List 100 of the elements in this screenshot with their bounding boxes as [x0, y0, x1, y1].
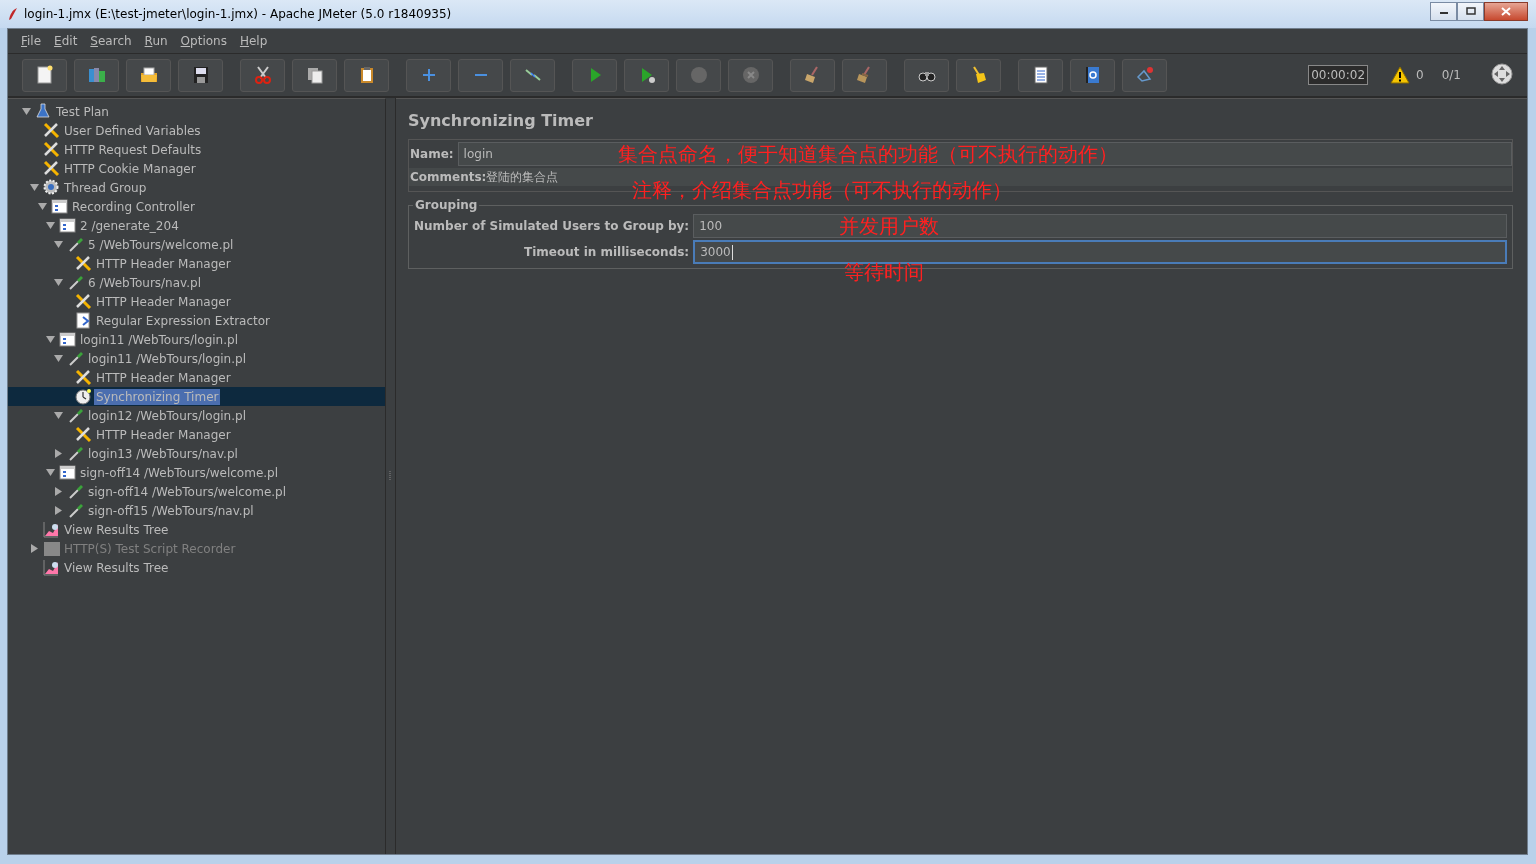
recorder-icon — [42, 540, 60, 557]
flask-icon — [34, 103, 52, 120]
tree-item-label: sign-off15 /WebTours/nav.pl — [87, 502, 255, 519]
toolbar-button[interactable] — [344, 58, 389, 92]
panel-title: Synchronizing Timer — [408, 111, 594, 130]
menu-item[interactable]: Edit — [47, 34, 84, 48]
tree-row[interactable]: sign-off14 /WebTours/welcome.pl — [8, 482, 385, 501]
tree-row[interactable]: 2 /generate_204 — [8, 216, 385, 235]
tree-row[interactable]: HTTP Header Manager — [8, 292, 385, 311]
toolbar-button[interactable] — [904, 58, 949, 92]
tree-row[interactable]: login11 /WebTours/login.pl — [8, 330, 385, 349]
expanded-arrow-icon[interactable] — [53, 411, 63, 420]
expanded-arrow-icon[interactable] — [53, 278, 63, 287]
chart-icon — [42, 521, 60, 538]
tools-icon — [74, 293, 92, 310]
field-label: Timeout in milliseconds: — [523, 245, 691, 259]
tree-row[interactable]: Recording Controller — [8, 197, 385, 216]
toolbar-button[interactable] — [22, 58, 67, 92]
tree-row[interactable]: sign-off14 /WebTours/welcome.pl — [8, 463, 385, 482]
tree-row[interactable]: HTTP Header Manager — [8, 368, 385, 387]
close-icon — [1501, 6, 1511, 16]
annotation-text: 并发用户数 — [839, 213, 939, 240]
annotation-text: 集合点命名，便于知道集合点的功能（可不执行的动作） — [618, 141, 1118, 168]
warning-icon[interactable] — [1390, 66, 1411, 84]
toolbar-button[interactable] — [292, 58, 337, 92]
menu-item[interactable]: Run — [137, 34, 174, 48]
tree-row[interactable]: Regular Expression Extractor — [8, 311, 385, 330]
tree-item-label: HTTP Header Manager — [95, 255, 232, 272]
tree-row[interactable]: Test Plan — [8, 102, 385, 121]
feather-icon — [8, 7, 18, 21]
field-label: Number of Simulated Users to Group by: — [413, 219, 691, 233]
tree-row[interactable]: login11 /WebTours/login.pl — [8, 349, 385, 368]
window-icon — [58, 331, 76, 348]
tree-item-label: View Results Tree — [63, 521, 170, 538]
tools-icon — [42, 122, 60, 139]
tree-row[interactable]: sign-off15 /WebTours/nav.pl — [8, 501, 385, 520]
tree-item-label: View Results Tree — [63, 559, 170, 576]
tree-row[interactable]: HTTP Cookie Manager — [8, 159, 385, 178]
tree-item-label: Thread Group — [63, 179, 148, 196]
window-title: login-1.jmx (E:\test-jmeter\login-1.jmx) - Apache JMeter (5.0 r1840935) — [24, 7, 453, 21]
tree-row[interactable]: login12 /WebTours/login.pl — [8, 406, 385, 425]
chart-icon — [42, 559, 60, 576]
tree-item-label: 6 /WebTours/nav.pl — [87, 274, 202, 291]
tree-row[interactable]: User Defined Variables — [8, 121, 385, 140]
close-button[interactable] — [1484, 1, 1528, 21]
tree-row[interactable]: HTTP Request Defaults — [8, 140, 385, 159]
window-icon — [50, 198, 68, 215]
menu-item[interactable]: Options — [173, 34, 233, 48]
toolbar-button[interactable] — [178, 58, 223, 92]
tree-item-label: Synchronizing Timer — [94, 388, 221, 405]
expanded-arrow-icon[interactable] — [45, 468, 55, 477]
target-icon[interactable] — [1491, 62, 1513, 85]
field-label: Name: — [409, 147, 455, 161]
tree-row[interactable]: Thread Group — [8, 178, 385, 197]
input-field[interactable]: 3000 — [693, 240, 1507, 264]
toolbar-button[interactable] — [1070, 58, 1115, 92]
tree-item-label: HTTP Header Manager — [95, 293, 232, 310]
tools-icon — [74, 369, 92, 386]
books-icon — [86, 65, 107, 85]
annotation-text: 注释，介绍集合点功能（可不执行的动作） — [632, 177, 1012, 204]
toolbar-button[interactable] — [956, 58, 1001, 92]
maximize-button[interactable] — [1457, 1, 1484, 21]
menu-item[interactable]: Search — [83, 34, 138, 48]
circle-x-icon — [740, 65, 761, 85]
tree-item-label: login11 /WebTours/login.pl — [79, 331, 239, 348]
tree-item-label: Regular Expression Extractor — [95, 312, 272, 329]
field-label: Comments: — [409, 170, 487, 184]
tools-icon — [74, 426, 92, 443]
tree-row[interactable]: 6 /WebTours/nav.pl — [8, 273, 385, 292]
comments-field[interactable]: 登陆的集合点 — [486, 168, 559, 186]
tree-item-label: HTTP Header Manager — [95, 369, 232, 386]
tree-item-label: HTTP Cookie Manager — [63, 160, 197, 177]
tools-icon — [42, 160, 60, 177]
toolbar-button[interactable] — [126, 58, 171, 92]
tree-item-label: 5 /WebTours/welcome.pl — [87, 236, 235, 253]
window-icon — [58, 464, 76, 481]
tree-item-label: HTTP Header Manager — [95, 426, 232, 443]
tree-row[interactable]: 5 /WebTours/welcome.pl — [8, 235, 385, 254]
tree-row[interactable]: HTTP Header Manager — [8, 254, 385, 273]
maximize-icon — [1465, 7, 1476, 15]
menu-item[interactable]: Help — [232, 34, 274, 48]
tree-item-label: login11 /WebTours/login.pl — [87, 350, 247, 367]
menu-item[interactable]: File — [14, 34, 48, 48]
tree-row[interactable]: View Results Tree — [8, 520, 385, 539]
collapsed-arrow-icon[interactable] — [53, 449, 63, 458]
tree-item-label: sign-off14 /WebTours/welcome.pl — [87, 483, 288, 500]
warning-count: 0 — [1416, 68, 1424, 82]
tree-item-label: Test Plan — [55, 103, 110, 120]
tree-item-label: 2 /generate_204 — [79, 217, 180, 234]
expanded-arrow-icon[interactable] — [21, 107, 31, 116]
tree-row[interactable]: login13 /WebTours/nav.pl — [8, 444, 385, 463]
minimize-button[interactable] — [1430, 1, 1457, 21]
tree-item-label: HTTP(S) Test Script Recorder — [63, 540, 237, 557]
tree-row[interactable]: HTTP Header Manager — [8, 425, 385, 444]
tree-item-label: login12 /WebTours/login.pl — [87, 407, 247, 424]
folder-icon — [138, 65, 159, 85]
toolbar-button[interactable] — [1018, 58, 1063, 92]
splitter-grip-icon[interactable] — [389, 471, 392, 481]
elapsed-time: 00:00:02 — [1308, 65, 1369, 85]
tree-row[interactable]: View Results Tree — [8, 558, 385, 577]
